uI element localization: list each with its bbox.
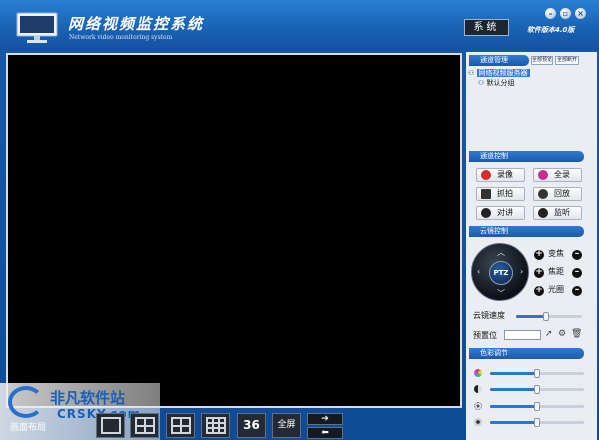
zoom-in-button[interactable]: + [534,250,544,260]
monitor-logo-icon [16,12,58,43]
zoom-out-button[interactable]: – [572,250,582,260]
record-icon [481,170,491,180]
close-button[interactable]: × [575,8,586,19]
watermark-logo [8,386,44,418]
brightness-slider[interactable] [490,402,584,411]
slider-knob[interactable] [534,418,540,427]
record-all-icon [538,170,548,180]
slider-knob[interactable] [534,402,540,411]
gear-icon[interactable]: ⚙ [558,329,566,339]
playback-icon [538,189,548,199]
focus-label: 焦距 [548,267,564,276]
saturation-icon [474,418,482,426]
layout-9-icon [206,417,226,434]
fullscreen-button[interactable]: 全屏 [272,413,301,438]
ptz-left-icon[interactable]: ‹ [477,267,480,276]
channel-control-header: 通道控制 [469,151,584,162]
preview-all-button[interactable]: 全部预览 [531,56,553,65]
layout-9-button[interactable] [201,413,230,438]
minimize-button[interactable]: – [545,8,556,19]
talk-icon [481,208,491,218]
ptz-joystick[interactable]: ︿ ﹀ ‹ › PTZ [471,243,529,301]
talk-button[interactable]: 对讲 [476,206,525,220]
group-icon: ⚇ [478,79,485,87]
record-all-button[interactable]: 全录 [533,168,582,182]
layout-6-icon [171,417,191,434]
ptz-speed-label: 云镜速度 [473,311,505,320]
preset-label: 预置位 [473,331,497,340]
record-button[interactable]: 录像 [476,168,525,182]
layout-1-button[interactable] [96,413,125,438]
layout-1-icon [101,417,121,434]
hue-fill [490,372,537,375]
headphones-icon [538,208,548,218]
restore-button[interactable]: ▫ [560,8,571,19]
zoom-label: 变焦 [548,249,564,258]
focus-out-button[interactable]: – [572,268,582,278]
layout-4-button[interactable] [130,413,159,438]
record-label: 录像 [497,170,513,179]
ptz-center[interactable]: PTZ [489,261,513,285]
brightness-icon [474,402,482,410]
video-display[interactable] [8,55,460,406]
channel-mgmt-header: 通道管理 [469,55,529,66]
layout-4-icon [135,417,155,434]
focus-in-button[interactable]: + [534,268,544,278]
snapshot-label: 抓拍 [497,189,513,198]
iris-close-button[interactable]: – [572,286,582,296]
app-subtitle: Network video monitoring system [69,34,173,41]
snapshot-button[interactable]: 抓拍 [476,187,525,201]
ptz-speed-slider[interactable] [516,312,582,321]
ptz-right-icon[interactable]: › [520,267,523,276]
saturation-slider[interactable] [490,418,584,427]
playback-label: 回放 [554,189,570,198]
server-icon: ⚇ [468,69,475,77]
listen-label: 监听 [554,208,570,217]
iris-open-button[interactable]: + [534,286,544,296]
app-title: 网络视频监控系统 [68,15,205,33]
next-page-button[interactable]: ➔ [307,413,343,425]
contrast-icon [474,385,482,393]
device-tree: ⚇ 网络视频服务器 ⚇ 默认分组 [468,68,530,88]
goto-preset-icon[interactable]: ➚ [545,329,553,339]
slider-knob[interactable] [534,385,540,394]
tree-item-server[interactable]: ⚇ 网络视频服务器 [468,68,530,78]
title-bar: 网络视频监控系统 Network video monitoring system… [0,0,599,50]
watermark-text: 非凡软件站 [50,389,126,407]
ptz-up-icon[interactable]: ︿ [497,247,505,258]
brightness-fill [490,405,537,408]
disconnect-all-button[interactable]: 全部断开 [555,56,579,65]
prev-page-button[interactable]: ⬅ [307,427,343,439]
tree-item-label: 网络视频服务器 [476,69,530,77]
hue-icon [474,369,482,377]
iris-label: 光圈 [548,285,564,294]
tree-item-group[interactable]: ⚇ 默认分组 [468,78,530,88]
layout-label: 画面布局 [10,423,47,433]
contrast-fill [490,388,537,391]
version-label: 软件版本4.0版 [527,26,575,34]
preset-input[interactable] [504,330,541,340]
camera-icon [481,189,491,199]
control-panel: 通道管理 全部预览 全部断开 ⚇ 网络视频服务器 ⚇ 默认分组 通道控制 录像 … [466,52,597,440]
ptz-control-header: 云镜控制 [469,226,584,237]
trash-icon[interactable]: 🗑 [571,329,582,339]
slider-knob[interactable] [542,312,549,321]
hue-slider[interactable] [490,369,584,378]
ptz-speed-fill [516,315,546,318]
video-frame [6,53,462,408]
record-all-label: 全录 [554,170,570,179]
system-button[interactable]: 系统 [464,19,509,36]
tree-item-label: 默认分组 [486,79,515,87]
listen-button[interactable]: 监听 [533,206,582,220]
layout-36-button[interactable]: 36 [237,413,266,438]
contrast-slider[interactable] [490,385,584,394]
ptz-down-icon[interactable]: ﹀ [497,288,505,299]
color-adjust-header: 色彩调节 [469,348,584,359]
slider-knob[interactable] [534,369,540,378]
layout-6-button[interactable] [166,413,195,438]
saturation-fill [490,421,537,424]
talk-label: 对讲 [497,208,513,217]
playback-button[interactable]: 回放 [533,187,582,201]
